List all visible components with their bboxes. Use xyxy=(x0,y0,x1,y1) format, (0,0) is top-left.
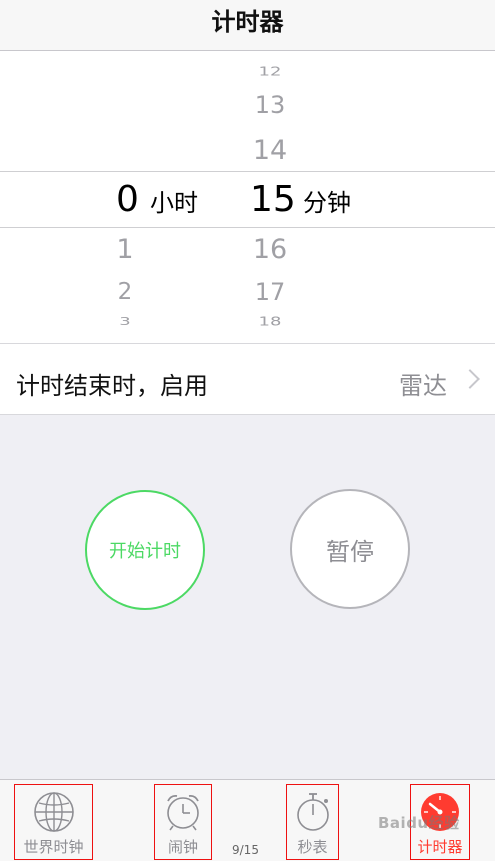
page-counter: 9/15 xyxy=(232,843,259,857)
minute-option[interactable]: 12 xyxy=(240,65,300,79)
minute-unit-label: 分钟 xyxy=(303,189,351,217)
sound-value: 雷达 xyxy=(399,372,447,400)
tab-label: 秒表 xyxy=(297,838,328,856)
tab-label: 闹钟 xyxy=(167,838,198,856)
navigation-bar: 计时器 xyxy=(0,0,495,51)
pause-button[interactable]: 暂停 xyxy=(290,489,410,609)
hour-option[interactable]: 3 xyxy=(95,316,155,328)
start-timer-label: 开始计时 xyxy=(109,541,181,562)
picker-selection-band xyxy=(0,171,495,228)
timer-end-label: 计时结束时，启用 xyxy=(16,372,208,400)
minute-option[interactable]: 13 xyxy=(240,93,300,117)
minute-selected[interactable]: 15 xyxy=(250,182,296,218)
hour-unit-label: 小时 xyxy=(150,189,198,217)
tab-world-clock[interactable]: 世界时钟 xyxy=(14,784,93,860)
hour-selected[interactable]: 0 xyxy=(116,182,139,218)
tab-label: 世界时钟 xyxy=(23,838,84,856)
timer-end-sound-row[interactable]: 计时结束时，启用 雷达 xyxy=(0,343,495,415)
start-timer-button[interactable]: 开始计时 xyxy=(85,490,205,610)
pause-label: 暂停 xyxy=(326,537,374,566)
watermark: Baidu经验 xyxy=(378,814,460,832)
hour-option[interactable]: 1 xyxy=(95,236,155,263)
alarm-clock-icon xyxy=(162,791,204,837)
tab-label: 计时器 xyxy=(417,838,463,856)
hour-option[interactable]: 2 xyxy=(95,281,155,304)
page-title: 计时器 xyxy=(211,8,284,36)
minute-option[interactable]: 18 xyxy=(240,315,300,329)
tab-alarm[interactable]: 闹钟 xyxy=(154,784,212,860)
time-picker[interactable]: 12 13 14 0 小时 15 分钟 1 2 3 16 17 18 xyxy=(0,51,495,343)
globe-icon xyxy=(33,791,75,837)
minute-option[interactable]: 17 xyxy=(240,280,300,304)
minute-option[interactable]: 14 xyxy=(240,137,300,164)
minute-option[interactable]: 16 xyxy=(240,236,300,263)
chevron-right-icon xyxy=(460,369,480,389)
stopwatch-icon xyxy=(292,791,334,837)
tab-stopwatch[interactable]: 秒表 xyxy=(286,784,339,860)
